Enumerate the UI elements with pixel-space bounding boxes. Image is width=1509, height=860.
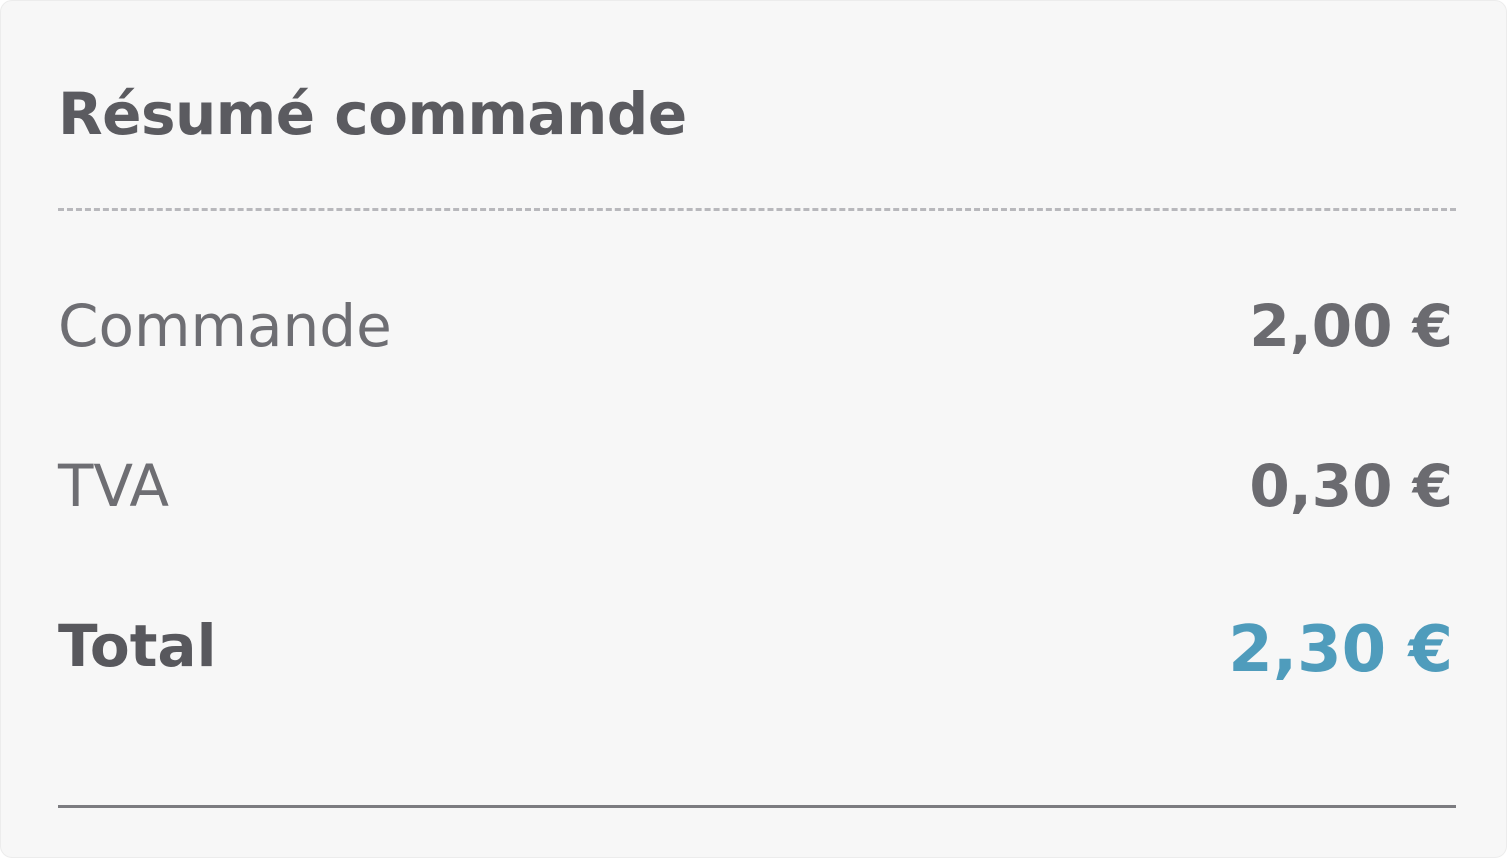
order-summary-card: Résumé commande Commande 2,00 € TVA 0,30… [0,0,1507,858]
dashed-divider [58,208,1456,211]
solid-divider [58,805,1456,808]
commande-amount: 2,00 € [1249,292,1453,360]
total-label: Total [58,612,217,680]
commande-label: Commande [58,292,392,360]
total-amount: 2,30 € [1228,613,1453,687]
order-summary-title: Résumé commande [58,80,687,148]
tva-label: TVA [58,452,170,520]
tva-amount: 0,30 € [1249,452,1453,520]
